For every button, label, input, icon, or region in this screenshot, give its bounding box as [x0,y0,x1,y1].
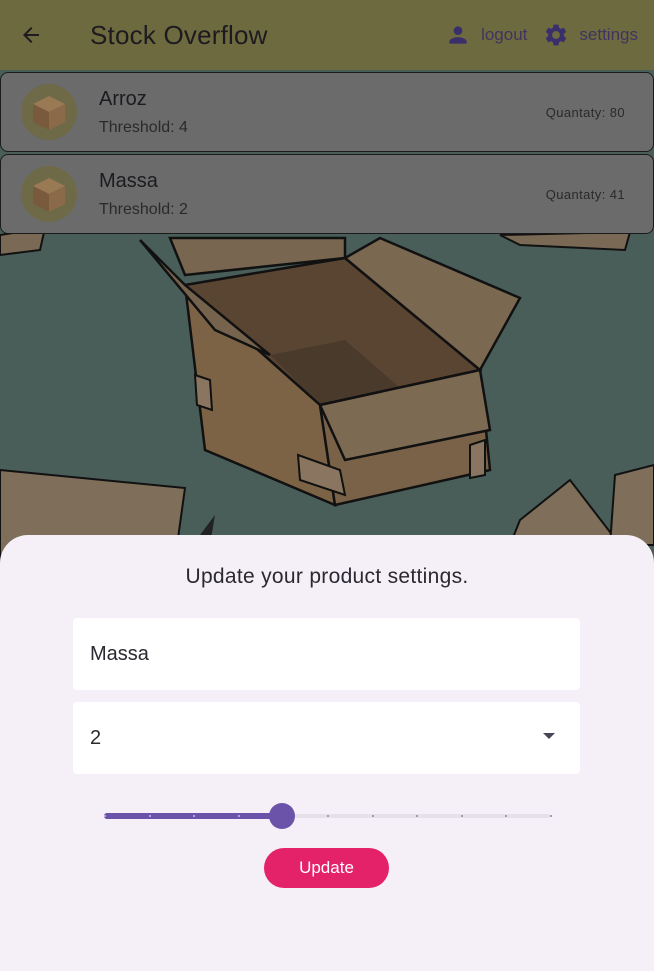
slider-tick [104,815,106,817]
product-list: Arroz Threshold: 4 Quantaty: 80 Massa Th… [0,70,654,234]
dropdown-arrow-icon [543,733,555,739]
slider-tick [238,815,240,817]
product-name: Arroz [99,87,147,110]
gear-icon [546,24,567,46]
threshold-dropdown[interactable]: 2 [73,702,580,774]
slider-tick [416,815,418,817]
product-quantity: Quantaty: 41 [545,186,625,202]
product-name-field[interactable]: Massa [73,618,580,690]
slider-tick [550,815,552,817]
product-tile-arroz[interactable]: Arroz Threshold: 4 Quantaty: 80 [0,72,654,152]
threshold-value: 2 [90,726,102,749]
product-quantity: Quantaty: 80 [545,104,625,120]
slider-tick [505,815,507,817]
slider-tick [327,815,329,817]
sheet-title: Update your product settings. [185,565,469,588]
settings-button[interactable]: settings [543,22,638,48]
back-button[interactable] [0,0,62,70]
cardboard-box-icon [21,166,77,222]
settings-label: settings [579,25,638,44]
update-button[interactable]: Update [264,848,389,888]
person-icon [449,26,467,44]
app-title: Stock Overflow [90,19,268,50]
product-name: Massa [99,169,158,192]
product-threshold: Threshold: 2 [99,200,188,218]
app-bar: Stock Overflow logout settings [0,0,654,70]
settings-bottom-sheet: Update your product settings. Massa 2 Up… [0,535,654,971]
slider-tick [461,815,463,817]
logout-button[interactable]: logout [445,22,527,48]
slider-tick [372,815,374,817]
threshold-slider[interactable] [104,803,552,829]
cardboard-box-icon [21,84,77,140]
slider-active-track [104,813,272,819]
product-tile-massa[interactable]: Massa Threshold: 2 Quantaty: 41 [0,154,654,234]
slider-thumb[interactable] [269,803,295,829]
slider-tick [149,815,151,817]
product-threshold: Threshold: 4 [99,118,188,136]
arrow-left-icon [23,27,39,43]
logout-label: logout [481,25,528,44]
slider-tick [193,815,195,817]
